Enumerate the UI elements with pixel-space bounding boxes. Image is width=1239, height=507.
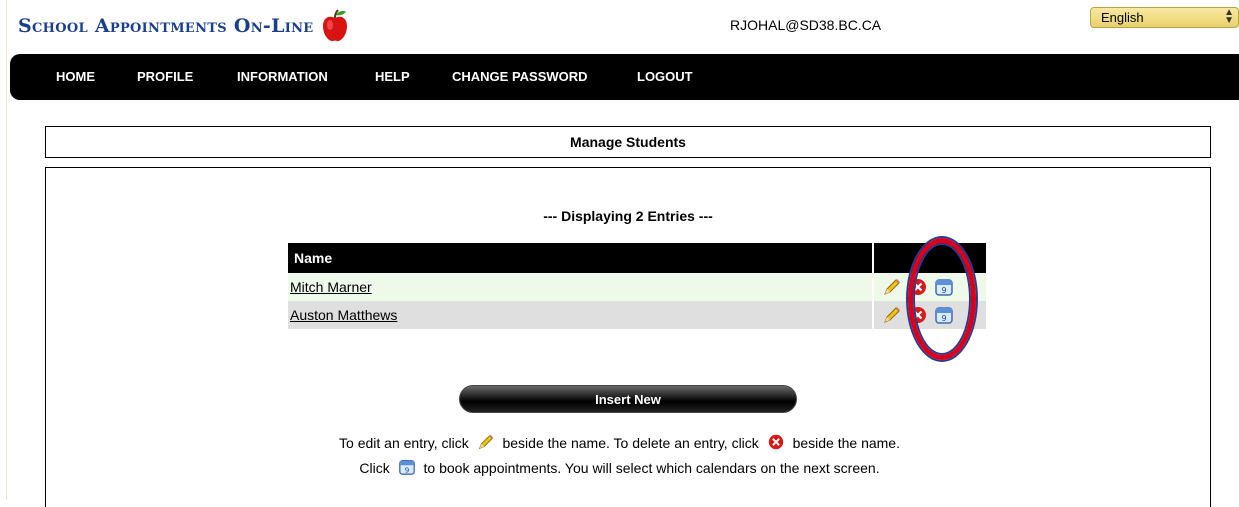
student-link-auston-matthews[interactable]: Auston Matthews — [290, 307, 397, 323]
help-text-line-1: To edit an entry, click beside the name.… — [0, 433, 1239, 451]
apple-logo-icon — [322, 9, 347, 42]
nav-help[interactable]: HELP — [375, 69, 410, 84]
site-logo[interactable]: School Appointments On-Line — [18, 6, 350, 46]
help-text-2a: Click — [359, 460, 390, 476]
nav-profile[interactable]: PROFILE — [137, 69, 193, 84]
table-row: Auston Matthews 9 — [288, 301, 986, 329]
nav-information[interactable]: INFORMATION — [237, 69, 328, 84]
main-panel: --- Displaying 2 Entries --- Name Mitch … — [45, 167, 1211, 507]
help-text-1c: beside the name. — [792, 435, 900, 451]
page-left-rule — [6, 0, 7, 500]
pencil-edit-icon[interactable] — [882, 305, 902, 325]
page-title-box: Manage Students — [45, 126, 1211, 158]
nav-change-password[interactable]: CHANGE PASSWORD — [452, 69, 588, 84]
page-title: Manage Students — [570, 134, 686, 150]
entries-count: --- Displaying 2 Entries --- — [543, 208, 713, 224]
help-text-1a: To edit an entry, click — [339, 435, 469, 451]
language-selected: English — [1101, 10, 1144, 25]
delete-icon — [768, 434, 783, 450]
help-text-line-2: Click 9 to book appointments. You will s… — [0, 458, 1239, 476]
help-text-2b: to book appointments. You will select wh… — [423, 460, 880, 476]
students-table: Name Mitch Marner 9 Auston Matthews 9 — [286, 243, 988, 329]
insert-new-button[interactable]: Insert New — [459, 385, 797, 413]
help-text-1b: beside the name. To delete an entry, cli… — [502, 435, 759, 451]
main-nav: HOME PROFILE INFORMATION HELP CHANGE PAS… — [10, 54, 1239, 100]
table-row: Mitch Marner 9 — [288, 273, 986, 301]
student-link-mitch-marner[interactable]: Mitch Marner — [290, 279, 372, 295]
select-arrows-icon: ▲ ▼ — [1224, 7, 1234, 26]
highlight-ring-annotation — [908, 238, 976, 360]
nav-logout[interactable]: LOGOUT — [637, 69, 693, 84]
logo-text: School Appointments On-Line — [18, 15, 314, 37]
pencil-edit-icon[interactable] — [882, 277, 902, 297]
nav-home[interactable]: HOME — [56, 69, 95, 84]
calendar-icon: 9 — [398, 460, 415, 475]
svg-text:9: 9 — [404, 465, 409, 474]
language-select[interactable]: English ▲ ▼ — [1090, 7, 1239, 28]
pencil-edit-icon — [478, 434, 493, 450]
name-column-header: Name — [288, 243, 872, 273]
user-email: RJOHAL@SD38.BC.CA — [730, 17, 882, 33]
